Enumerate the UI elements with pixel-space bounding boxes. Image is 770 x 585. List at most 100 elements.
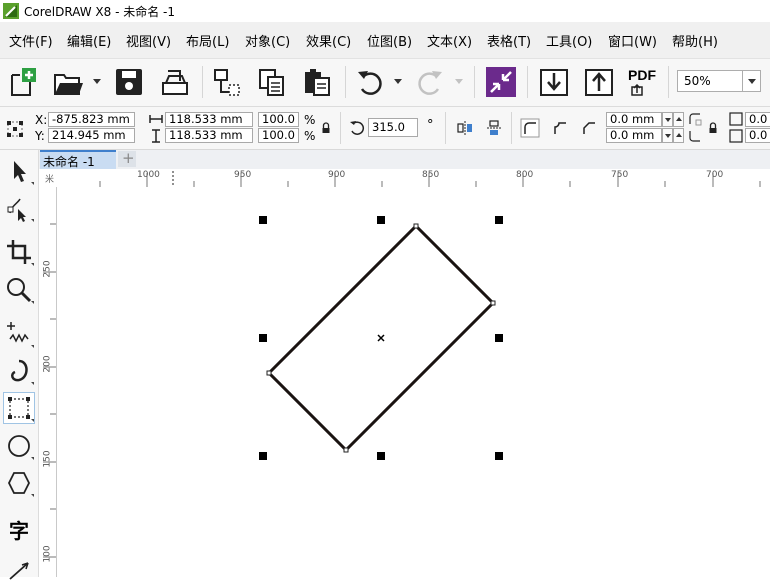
menu-bar: 文件(F) 编辑(E) 视图(V) 布局(L) 对象(C) 效果(C) 位图(B…: [0, 22, 770, 59]
lock-ratio-icon[interactable]: [321, 122, 331, 134]
zoom-tool-icon[interactable]: [4, 275, 34, 305]
shape-tool-icon[interactable]: [4, 193, 34, 223]
menu-view[interactable]: 视图(V): [126, 31, 171, 50]
y-position-field[interactable]: 214.945 mm: [48, 128, 135, 143]
new-document-icon[interactable]: [8, 67, 38, 97]
standard-toolbar: PDF 50%: [0, 59, 770, 107]
selection-handle-top-right[interactable]: [495, 216, 503, 224]
new-tab-button[interactable]: +: [118, 149, 136, 167]
menu-object[interactable]: 对象(C): [245, 31, 290, 50]
ruler-label-950: 950: [234, 170, 252, 180]
corner-lock-icon[interactable]: [708, 122, 718, 134]
pick-tool-icon[interactable]: [4, 156, 34, 186]
chevron-down-icon: [665, 134, 671, 138]
corner-radius-1-dropdown[interactable]: [662, 112, 673, 127]
rotation-angle-field[interactable]: 315.0: [368, 118, 418, 137]
ruler-label-700: 700: [706, 170, 724, 180]
rectangle-tool[interactable]: [3, 392, 35, 424]
save-icon[interactable]: [114, 67, 144, 97]
corner-radius-bottom-right-field[interactable]: 0.0 n: [745, 128, 770, 143]
width-field[interactable]: 118.533 mm: [165, 112, 253, 127]
menu-window[interactable]: 窗口(W): [608, 31, 657, 50]
canvas-drawing: [259, 216, 503, 460]
ruler-label-800: 800: [516, 170, 534, 180]
ellipse-tool-icon[interactable]: [4, 431, 34, 461]
rotation-icon: [350, 121, 365, 135]
selection-handle-top[interactable]: [377, 216, 385, 224]
export-icon[interactable]: [584, 67, 614, 97]
freehand-tool-icon[interactable]: [4, 319, 34, 349]
corner-bottom-right-icon: [729, 129, 743, 143]
scale-x-field[interactable]: 100.0: [258, 112, 299, 127]
export-pdf-icon[interactable]: PDF: [628, 67, 658, 97]
undo-dropdown-icon[interactable]: [394, 79, 402, 85]
import-settings-icon[interactable]: [212, 67, 242, 97]
zoom-dropdown-button[interactable]: [742, 71, 760, 91]
open-icon[interactable]: [53, 67, 83, 97]
corner-radius-1-spinner[interactable]: [673, 112, 684, 127]
menu-text[interactable]: 文本(X): [427, 31, 472, 50]
selection-handle-bottom[interactable]: [377, 452, 385, 460]
copy-icon[interactable]: [257, 67, 287, 97]
menu-tools[interactable]: 工具(O): [546, 31, 592, 50]
corner-radius-bottom-left-field[interactable]: 0.0 mm: [606, 128, 662, 143]
scalloped-corner-icon[interactable]: [550, 118, 570, 138]
height-field[interactable]: 118.533 mm: [165, 128, 253, 143]
center-marker-icon[interactable]: [377, 334, 385, 342]
node-handle[interactable]: [413, 223, 419, 229]
corner-radius-top-left-field[interactable]: 0.0 mm: [606, 112, 662, 127]
mirror-vertical-icon[interactable]: [486, 120, 502, 136]
selection-handle-top-left[interactable]: [259, 216, 267, 224]
node-handle[interactable]: [266, 370, 272, 376]
ruler-label-150: 150: [42, 450, 53, 468]
menu-help[interactable]: 帮助(H): [672, 31, 718, 50]
ruler-label-1000: 1000: [137, 170, 160, 180]
round-corner-icon[interactable]: [520, 118, 540, 138]
menu-layout[interactable]: 布局(L): [186, 31, 229, 50]
x-position-field[interactable]: -875.823 mm: [48, 112, 135, 127]
document-tab[interactable]: 未命名 -1: [40, 150, 116, 169]
import-icon[interactable]: [539, 67, 569, 97]
polygon-tool-icon[interactable]: [4, 468, 34, 498]
zoom-level-select[interactable]: 50%: [677, 70, 761, 92]
artistic-media-tool-icon[interactable]: [4, 356, 34, 386]
corner-radius-2-dropdown[interactable]: [662, 128, 673, 143]
title-bar: CorelDRAW X8 - 未命名 -1: [0, 0, 770, 22]
selection-handle-left[interactable]: [259, 334, 267, 342]
scale-y-field[interactable]: 100.0: [258, 128, 299, 143]
chevron-up-icon: [676, 117, 682, 121]
menu-edit[interactable]: 编辑(E): [67, 31, 111, 50]
launcher-icon[interactable]: [486, 67, 516, 97]
chamfered-corner-icon[interactable]: [579, 118, 599, 138]
menu-bitmaps[interactable]: 位图(B): [367, 31, 412, 50]
menu-file[interactable]: 文件(F): [9, 31, 53, 50]
ruler-label-750: 750: [611, 170, 629, 180]
open-dropdown-icon[interactable]: [93, 79, 101, 85]
text-tool-icon[interactable]: 字: [4, 512, 34, 543]
menu-table[interactable]: 表格(T): [487, 31, 531, 50]
print-icon[interactable]: [160, 67, 190, 97]
node-handle[interactable]: [490, 300, 496, 306]
corner-top-right-icon: [729, 112, 743, 126]
selection-handle-right[interactable]: [495, 334, 503, 342]
node-handle[interactable]: [343, 447, 349, 453]
paste-icon[interactable]: [302, 67, 332, 97]
toolbar-separator: [474, 66, 475, 98]
redo-dropdown-icon[interactable]: [455, 79, 463, 85]
corner-radius-2-spinner[interactable]: [673, 128, 684, 143]
line-tool-icon[interactable]: [4, 555, 34, 585]
selection-handle-bottom-right[interactable]: [495, 452, 503, 460]
ruler-label-850: 850: [422, 170, 440, 180]
vertical-ruler[interactable]: 250 200 150 100: [39, 187, 57, 577]
crop-tool-icon[interactable]: [4, 237, 34, 267]
ruler-origin[interactable]: 米: [39, 169, 58, 188]
menu-effects[interactable]: 效果(C): [306, 31, 351, 50]
corner-radius-top-right-field[interactable]: 0.0 n: [745, 112, 770, 127]
object-origin-icon[interactable]: [7, 121, 23, 137]
undo-icon[interactable]: [355, 67, 385, 97]
horizontal-ruler[interactable]: 1000 950 900 850 800 750 700: [57, 169, 770, 188]
selection-handle-bottom-left[interactable]: [259, 452, 267, 460]
drawing-canvas[interactable]: [57, 187, 770, 577]
mirror-horizontal-icon[interactable]: [457, 120, 473, 136]
redo-icon[interactable]: [415, 67, 445, 97]
